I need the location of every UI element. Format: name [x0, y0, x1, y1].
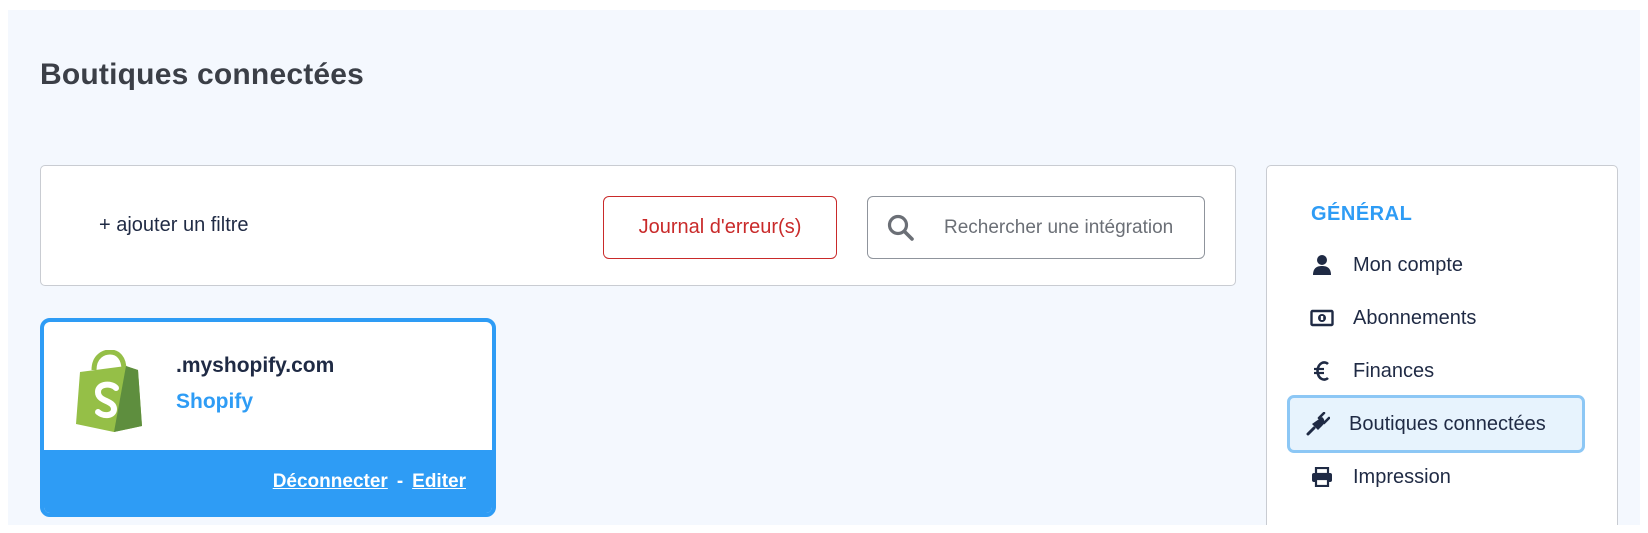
money-bill-icon: [1309, 305, 1335, 331]
add-filter-button[interactable]: + ajouter un filtre: [99, 214, 249, 237]
sidebar-item-label: Mon compte: [1353, 253, 1464, 276]
sidebar-item-impression[interactable]: Impression: [1291, 448, 1601, 506]
store-card-actions: Déconnecter - Editer: [44, 450, 492, 513]
sidebar-item-finances[interactable]: Finances: [1291, 342, 1601, 400]
sidebar-item-label: Abonnements: [1353, 306, 1477, 329]
disconnect-link[interactable]: Déconnecter: [273, 471, 388, 493]
sidebar-heading: GÉNÉRAL: [1311, 203, 1413, 225]
euro-icon: [1309, 358, 1335, 384]
store-domain: .myshopify.com: [176, 354, 335, 377]
sidebar-item-label: Finances: [1353, 359, 1435, 382]
page-title: Boutiques connectées: [40, 58, 365, 91]
printer-icon: [1309, 464, 1335, 490]
plug-icon: [1305, 411, 1331, 437]
edit-link[interactable]: Editer: [412, 471, 466, 493]
search-input[interactable]: [944, 216, 1194, 239]
sidebar-item-boutiques-connectees[interactable]: Boutiques connectées: [1287, 395, 1585, 453]
sidebar-item-label: Boutiques connectées: [1349, 412, 1546, 435]
sidebar-item-label: Impression: [1353, 465, 1451, 488]
search-icon: [886, 213, 916, 243]
filter-bar: + ajouter un filtre Journal d'erreur(s): [40, 165, 1236, 286]
store-card: .myshopify.com Shopify Déconnecter - Edi…: [40, 318, 496, 517]
error-log-button[interactable]: Journal d'erreur(s): [603, 196, 837, 259]
sidebar-item-abonnements[interactable]: Abonnements: [1291, 289, 1601, 347]
separator: -: [396, 470, 404, 492]
settings-sidebar: GÉNÉRAL Mon compte Abonnements Finances …: [1266, 165, 1618, 525]
shopify-bag-icon: [74, 349, 144, 432]
store-platform-link[interactable]: Shopify: [176, 390, 253, 414]
search-box[interactable]: [867, 196, 1205, 259]
sidebar-item-mon-compte[interactable]: Mon compte: [1291, 236, 1601, 294]
user-icon: [1309, 252, 1335, 278]
page-content: Boutiques connectées + ajouter un filtre…: [8, 10, 1640, 525]
